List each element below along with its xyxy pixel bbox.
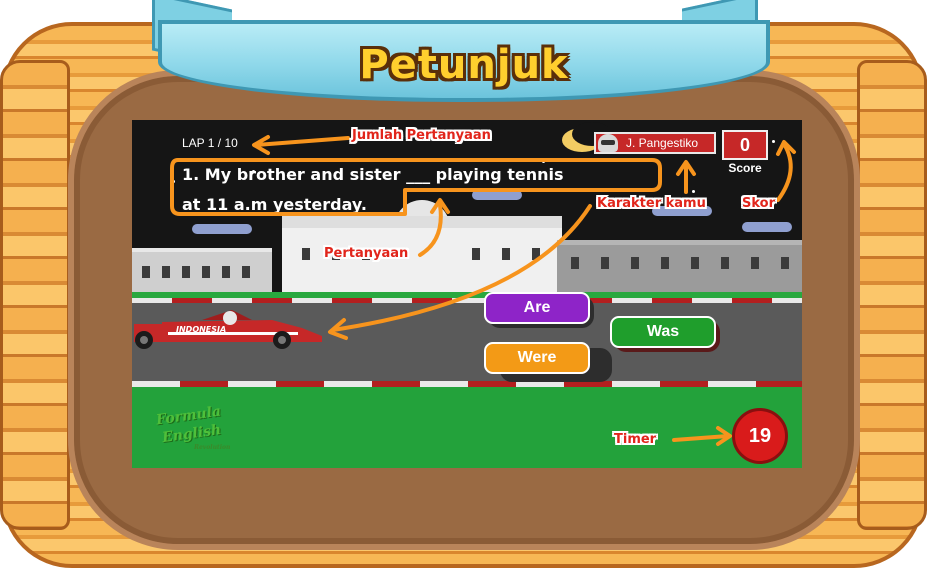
player-badge: J. Pangestiko (594, 132, 716, 154)
helmet-icon (598, 134, 618, 152)
wooden-post-left (0, 60, 70, 530)
race-car-icon: INDONESIA (134, 310, 322, 349)
grass-field (132, 387, 802, 468)
building-center (282, 228, 562, 296)
lap-counter: LAP 1 / 10 (182, 136, 238, 150)
annotation-timer: Timer (614, 432, 657, 447)
annotation-character: Karakter kamu (597, 196, 706, 211)
star-icon (692, 190, 695, 193)
wooden-post-right (857, 60, 927, 530)
score-label: Score (728, 161, 762, 175)
star-icon (772, 140, 775, 143)
answer-button-are[interactable]: Are (484, 292, 590, 324)
player-name: J. Pangestiko (626, 136, 699, 150)
annotation-score: Skor (742, 196, 776, 211)
game-screenshot: INDONESIA LAP 1 / 10 1. My brother and s… (132, 120, 802, 468)
building-left (132, 248, 272, 296)
page-title: Petunjuk (359, 42, 569, 88)
building-right (557, 240, 802, 296)
annotation-question-count: Jumlah Pertanyaan (352, 128, 491, 143)
question-text: 1. My brother and sister ___ playing ten… (182, 160, 662, 220)
cloud-shape (192, 224, 252, 234)
score-value: 0 (722, 130, 768, 160)
star-icon (172, 180, 175, 183)
answer-button-was[interactable]: Was (610, 316, 716, 348)
logo-word-3: Revolution (194, 444, 231, 451)
question-line-1: 1. My brother and sister ___ playing ten… (182, 165, 564, 184)
question-line-2: at 11 a.m yesterday. (182, 195, 367, 214)
answer-button-were[interactable]: Were (484, 342, 590, 374)
formula-english-logo: Formula English Revolution (152, 404, 232, 456)
annotation-question: Pertanyaan (324, 246, 409, 261)
car-label: INDONESIA (176, 325, 226, 334)
timer-badge: 19 (732, 408, 788, 464)
cloud-shape (742, 222, 792, 232)
